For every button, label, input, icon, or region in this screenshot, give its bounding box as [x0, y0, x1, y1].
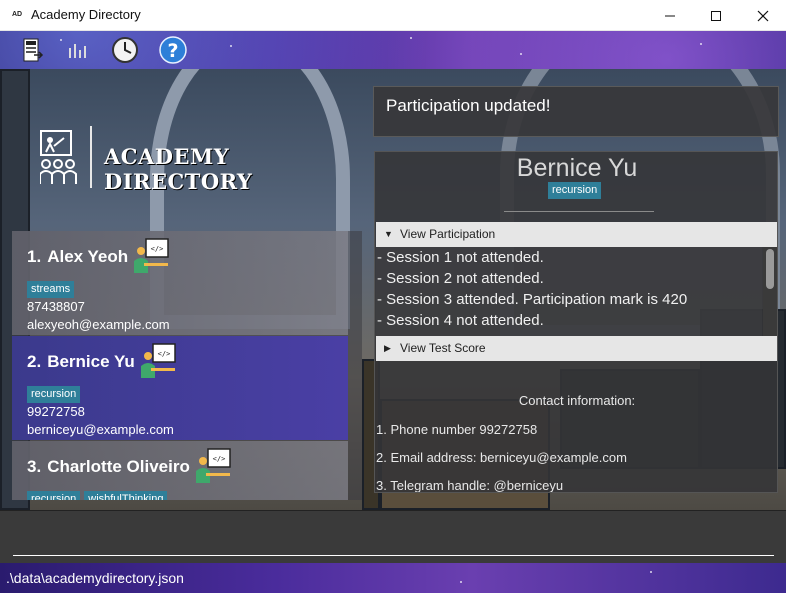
window-title-bar: AD Academy Directory	[0, 0, 786, 31]
participation-header: View Participation	[400, 227, 496, 241]
minimize-button[interactable]	[647, 0, 693, 31]
student-card-selected[interactable]: 2. Bernice Yu </> recursion 99272758 bern…	[12, 336, 348, 440]
exit-icon	[23, 38, 44, 62]
student-email: berniceyu@example.com	[27, 422, 174, 437]
chevron-right-icon: ▶	[384, 343, 391, 353]
tag-badge: wishfulThinking	[84, 491, 168, 500]
logo: ACADEMY DIRECTORY	[40, 126, 340, 194]
chevron-down-icon: ▼	[384, 229, 393, 239]
student-avatar-icon: </>	[141, 343, 176, 378]
student-phone: 87438807	[27, 299, 85, 314]
history-icon	[112, 37, 138, 63]
svg-text:</>: </>	[213, 455, 226, 463]
help-icon: ?	[159, 36, 187, 64]
maximize-icon	[711, 10, 721, 21]
student-name: 2. Bernice Yu	[27, 352, 135, 371]
tag-badge: recursion	[548, 182, 602, 199]
result-message: Participation updated!	[386, 96, 551, 115]
student-card[interactable]: 3. Charlotte Oliveiro </> recursion wishf…	[12, 441, 348, 500]
student-detail-panel: Bernice Yu recursion ▼ View Participatio…	[374, 151, 778, 493]
tag-badge: streams	[27, 281, 75, 298]
contact-telegram: 3. Telegram handle: @berniceyu	[376, 478, 564, 493]
view-icon	[69, 44, 86, 58]
command-box[interactable]	[0, 510, 786, 563]
student-email: alexyeoh@example.com	[27, 317, 170, 332]
participation-list: - Session 1 not attended. - Session 2 no…	[376, 247, 762, 336]
tag-badge: recursion	[27, 491, 81, 500]
result-display: Participation updated!	[373, 86, 779, 137]
student-avatar-icon: </>	[134, 238, 169, 273]
participation-toggle[interactable]: ▼ View Participation	[376, 222, 777, 247]
logo-title: ACADEMY DIRECTORY	[104, 144, 253, 194]
status-bar: .\data\academydirectory.json	[0, 563, 786, 593]
test-score-toggle[interactable]: ▶ View Test Score	[376, 336, 777, 361]
contact-email: 2. Email address: berniceyu@example.com	[376, 450, 627, 465]
participation-scrollbar[interactable]	[763, 247, 777, 336]
minimize-icon	[665, 15, 675, 16]
window-title: Academy Directory	[31, 7, 141, 22]
logo-divider	[90, 126, 92, 188]
student-phone: 99272758	[27, 404, 85, 419]
list-item: - Session 1 not attended.	[377, 249, 544, 266]
divider	[504, 211, 654, 212]
close-icon	[757, 10, 769, 21]
toolbar: ?	[0, 31, 786, 69]
app-icon: AD	[11, 11, 23, 18]
history-button[interactable]	[111, 36, 139, 64]
data-file-path: .\data\academydirectory.json	[6, 570, 184, 586]
detail-name: Bernice Yu	[516, 154, 638, 182]
list-item: - Session 3 attended. Participation mark…	[377, 291, 688, 308]
student-name: 3. Charlotte Oliveiro	[27, 457, 190, 476]
contact-phone: 1. Phone number 99272758	[376, 422, 538, 437]
test-score-header: View Test Score	[400, 341, 486, 355]
contact-header: Contact information:	[518, 393, 636, 408]
student-card[interactable]: 1. Alex Yeoh </> streams 87438807 alexyeo…	[12, 231, 348, 335]
student-avatar-icon: </>	[196, 448, 231, 483]
maximize-button[interactable]	[693, 0, 739, 31]
svg-text:</>: </>	[158, 350, 171, 358]
svg-text:</>: </>	[151, 245, 164, 253]
view-button[interactable]	[63, 36, 91, 64]
exit-button[interactable]	[18, 36, 46, 64]
close-button[interactable]	[740, 0, 786, 31]
tag-badge: recursion	[27, 386, 81, 403]
list-item: - Session 2 not attended.	[377, 270, 544, 287]
svg-text:?: ?	[167, 40, 178, 62]
help-button[interactable]: ?	[159, 36, 187, 64]
command-input-underline	[13, 555, 774, 556]
student-list[interactable]: 1. Alex Yeoh </> streams 87438807 alexyeo…	[12, 231, 362, 500]
list-item: - Session 4 not attended.	[377, 312, 544, 329]
classroom-icon	[40, 130, 77, 184]
student-name: 1. Alex Yeoh	[27, 247, 129, 266]
